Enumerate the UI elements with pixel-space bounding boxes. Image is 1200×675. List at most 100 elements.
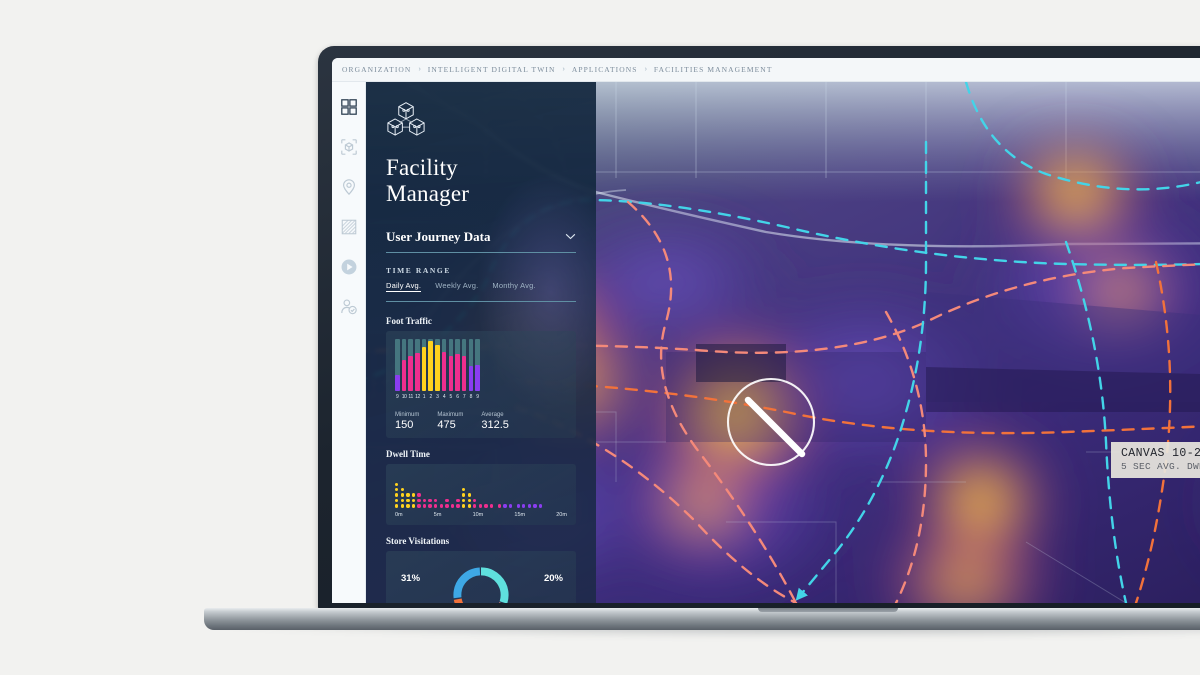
bar-column	[455, 338, 460, 391]
dot	[497, 504, 501, 508]
bar-x-label: 2	[429, 393, 432, 400]
tab-weekly-avg[interactable]: Weekly Avg.	[435, 281, 478, 292]
bar-fill	[401, 360, 407, 391]
breadcrumb[interactable]: Organization › Intelligent Digital Twin › Ap…	[332, 58, 1200, 82]
dot	[428, 504, 432, 508]
dot	[417, 498, 421, 503]
foot-traffic-title: Foot Traffic	[386, 315, 432, 326]
dot	[445, 498, 449, 503]
breadcrumb-separator: ›	[418, 66, 421, 73]
foot-traffic-card[interactable]: 9 10 11 12 1 2 3 4 5 6 7 8 9 Minimum 150 Maximum 475 Ave…	[386, 330, 576, 438]
bar-x-label: 6	[456, 393, 459, 400]
tooltip-canvas[interactable]: CANVAS 10-22 5 SEC AVG. DWELL TIME	[1111, 442, 1200, 478]
donut-label-1: 31%	[401, 572, 421, 584]
dot	[395, 493, 399, 497]
dot	[411, 493, 416, 497]
bar-column	[475, 338, 480, 391]
app-title-line1: Facility	[386, 155, 458, 180]
map-pin-icon[interactable]	[340, 178, 358, 196]
bar-x-label: 8	[469, 393, 473, 400]
dot	[417, 504, 421, 508]
dot-column	[467, 493, 471, 508]
bar-fill	[395, 374, 400, 391]
dot	[411, 504, 416, 508]
dot	[428, 498, 432, 503]
dot	[422, 498, 427, 503]
dot	[422, 504, 427, 508]
stat-key: Maximum	[437, 411, 464, 418]
dot	[484, 504, 488, 508]
donut-label-2: 20%	[543, 572, 563, 584]
dot-column	[422, 498, 427, 508]
time-range-label: Time Range	[386, 265, 451, 275]
bar-column	[395, 338, 400, 391]
breadcrumb-item[interactable]: Facilities Management	[654, 65, 773, 74]
bar-column	[408, 338, 413, 391]
layers-icon[interactable]	[340, 218, 358, 236]
nav-rail[interactable]	[332, 82, 366, 603]
app-title-line2: Manager	[386, 180, 470, 206]
stat-block: Average 312.5	[481, 412, 509, 431]
dataset-selector[interactable]: User Journey Data	[386, 229, 576, 253]
breadcrumb-item[interactable]: Intelligent Digital Twin	[428, 65, 556, 74]
bar-fill	[408, 356, 413, 391]
chevron-down-icon[interactable]	[565, 233, 576, 240]
dot	[508, 504, 513, 508]
store-visitations-card[interactable]: 31% 20% 22% 27%	[386, 550, 576, 603]
dot	[439, 504, 444, 508]
bar-column	[421, 338, 427, 391]
bar-column	[401, 338, 407, 391]
dot-column	[434, 498, 438, 508]
dot	[461, 504, 466, 508]
dwell-time-card[interactable]: 0m 5m 10m 15m 20m	[386, 463, 576, 525]
dot-x-label: 20m	[556, 511, 567, 518]
cube-frame-icon[interactable]	[340, 138, 358, 156]
dot-column	[538, 504, 543, 508]
play-circle-icon[interactable]	[340, 258, 358, 276]
stat-value: 475	[437, 418, 456, 431]
screenshot-stage: CANVAS 10-22 5 SEC AVG. DWELL TIME EAST …	[0, 0, 1200, 675]
dot	[445, 504, 449, 508]
dot	[456, 498, 460, 503]
dot-column	[456, 498, 460, 508]
foot-traffic-stats: Minimum 150 Maximum 475 Average 312.5	[395, 407, 567, 431]
dot-column	[489, 504, 494, 508]
dot	[406, 493, 410, 497]
dot	[522, 504, 526, 508]
time-range-tabs[interactable]: Daily Avg. Weekly Avg. Monthy Avg.	[386, 281, 576, 302]
bar-fill	[421, 346, 427, 391]
dot-column	[461, 487, 466, 508]
dot	[395, 482, 399, 486]
dot	[406, 498, 410, 503]
user-check-icon[interactable]	[340, 298, 358, 316]
foot-traffic-x-labels: 9 10 11 12 1 2 3 4 5 6 7 8 9	[395, 394, 567, 400]
dot	[516, 504, 520, 508]
stat-key: Minimum	[395, 411, 420, 418]
breadcrumb-item[interactable]: Applications	[572, 65, 638, 74]
dwell-time-dot-matrix	[395, 472, 567, 508]
tab-monthly-avg[interactable]: Monthy Avg.	[492, 281, 535, 292]
breadcrumb-item[interactable]: Organization	[342, 65, 411, 74]
bar-x-label: 7	[462, 393, 466, 400]
dot	[400, 498, 404, 503]
dot	[417, 493, 421, 497]
bar-fill	[428, 341, 433, 391]
tab-daily-avg[interactable]: Daily Avg.	[386, 281, 422, 292]
dot	[434, 504, 438, 508]
stat-block: Minimum 150	[395, 412, 419, 431]
bar-x-label: 1	[422, 393, 426, 400]
tooltip-canvas-title: CANVAS 10-22	[1121, 447, 1200, 460]
bar-x-label: 9	[396, 393, 399, 400]
foot-traffic-bars	[395, 338, 567, 391]
bar-column	[435, 338, 440, 391]
bar-fill	[441, 352, 447, 391]
dataset-selector-label: User Journey Data	[386, 228, 491, 244]
dot	[400, 487, 404, 492]
dot-column	[508, 504, 513, 508]
donut-chart	[453, 566, 509, 603]
dot-column	[484, 504, 488, 508]
bar-column	[415, 338, 420, 391]
dashboard-icon[interactable]	[340, 98, 358, 116]
laptop-base	[204, 608, 1200, 630]
dot-column	[439, 504, 444, 508]
